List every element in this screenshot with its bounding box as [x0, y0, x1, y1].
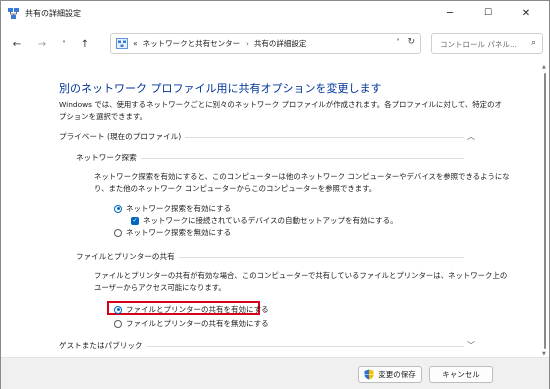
- file-printer-off-label: ファイルとプリンターの共有を無効にする: [126, 319, 269, 328]
- file-printer-off-radio[interactable]: ファイルとプリンターの共有を無効にする: [114, 318, 269, 329]
- forward-button[interactable]: →: [34, 36, 50, 52]
- search-icon: ⌕: [530, 38, 536, 48]
- close-icon: ✕: [521, 7, 531, 19]
- radio-selected-icon: [114, 305, 122, 314]
- file-printer-on-radio[interactable]: ファイルとプリンターの共有を有効にする: [114, 304, 269, 315]
- recent-locations-button[interactable]: ˅: [56, 36, 72, 52]
- discovery-title: ネットワーク探索: [76, 152, 141, 163]
- cancel-label: キャンセル: [442, 370, 480, 379]
- uac-shield-icon: [364, 369, 374, 380]
- auto-setup-label: ネットワークに接続されているデバイスの自動セットアップを有効にする。: [143, 216, 398, 225]
- breadcrumb-network-sharing-center[interactable]: ネットワークと共有センター: [143, 38, 241, 49]
- save-changes-button[interactable]: 変更の保存: [358, 366, 422, 383]
- private-section-title[interactable]: プライベート (現在のプロファイル): [59, 131, 186, 142]
- up-arrow-icon: ↑: [80, 38, 90, 50]
- discovery-on-radio[interactable]: ネットワーク探索を有効にする: [114, 203, 231, 214]
- network-app-icon: [8, 8, 19, 19]
- navigation-bar: ← → ˅ ↑ « ネットワークと共有センター › 共有の詳細設定 ˅ ↻ コン…: [1, 28, 549, 60]
- radio-unselected-icon: [114, 228, 122, 237]
- maximize-icon: ☐: [483, 8, 493, 18]
- window-title: 共有の詳細設定: [25, 9, 81, 18]
- intro-line-2: プションを選択できます。: [59, 112, 147, 121]
- footer-bar: 変更の保存 キャンセル: [1, 357, 549, 389]
- discovery-off-label: ネットワーク探索を無効にする: [126, 228, 232, 237]
- intro-text: Windows では、使用するネットワークごとに別々のネットワーク プロファイル…: [59, 99, 502, 123]
- search-input[interactable]: コントロール パネル... ⌕: [431, 33, 543, 54]
- discovery-off-radio[interactable]: ネットワーク探索を無効にする: [114, 227, 231, 238]
- vertical-scrollbar[interactable]: ▲ ▼: [541, 61, 549, 361]
- save-changes-label: 変更の保存: [378, 370, 416, 379]
- discovery-description: ネットワーク探索を有効にすると、このコンピューターは他のネットワーク コンピュー…: [94, 171, 510, 195]
- title-bar: 共有の詳細設定 ─ ☐ ✕: [1, 1, 549, 27]
- radio-unselected-icon: [114, 319, 122, 328]
- breadcrumb-overflow[interactable]: «: [133, 39, 138, 48]
- checkmark-icon: ✓: [131, 216, 139, 225]
- file-printer-desc-line-2: ユーザーからアクセス可能になります。: [94, 283, 226, 292]
- radio-selected-icon: [114, 204, 122, 213]
- intro-line-1: Windows では、使用するネットワークごとに別々のネットワーク プロファイル…: [59, 100, 502, 109]
- control-panel-icon: [116, 38, 128, 49]
- chevron-up-icon[interactable]: ︿: [467, 131, 475, 142]
- chevron-down-icon[interactable]: ﹀: [467, 340, 475, 351]
- file-printer-description: ファイルとプリンターの共有が有効な場合、このコンピューターで共有しているファイル…: [94, 270, 507, 294]
- file-printer-on-label: ファイルとプリンターの共有を有効にする: [126, 305, 269, 314]
- cancel-button[interactable]: キャンセル: [429, 366, 493, 383]
- auto-setup-checkbox[interactable]: ✓ ネットワークに接続されているデバイスの自動セットアップを有効にする。: [131, 215, 398, 226]
- breadcrumb-advanced-sharing[interactable]: 共有の詳細設定: [254, 38, 307, 49]
- address-dropdown-icon[interactable]: ˅: [396, 38, 400, 47]
- scrollbar-thumb[interactable]: [544, 73, 546, 349]
- file-printer-title: ファイルとプリンターの共有: [76, 251, 179, 262]
- forward-arrow-icon: →: [37, 38, 47, 50]
- back-arrow-icon: ←: [12, 38, 22, 50]
- sharing-settings-window: 共有の詳細設定 ─ ☐ ✕ ← → ˅ ↑ « ネットワークと共有センター › …: [0, 0, 550, 389]
- file-printer-desc-line-1: ファイルとプリンターの共有が有効な場合、このコンピューターで共有しているファイル…: [94, 271, 508, 280]
- maximize-button[interactable]: ☐: [469, 1, 507, 25]
- address-bar[interactable]: « ネットワークと共有センター › 共有の詳細設定 ˅ ↻: [110, 33, 421, 54]
- chevron-down-icon: ˅: [62, 39, 66, 49]
- breadcrumb-separator-icon: ›: [246, 39, 249, 48]
- guest-section-title[interactable]: ゲストまたはパブリック: [59, 340, 147, 351]
- refresh-icon[interactable]: ↻: [407, 37, 415, 47]
- minimize-button[interactable]: ─: [431, 1, 469, 25]
- up-button[interactable]: ↑: [77, 36, 93, 52]
- search-placeholder: コントロール パネル...: [440, 40, 518, 49]
- page-title: 別のネットワーク プロファイル用に共有オプションを変更します: [59, 82, 382, 95]
- back-button[interactable]: ←: [9, 36, 25, 52]
- minimize-icon: ─: [446, 7, 454, 19]
- close-button[interactable]: ✕: [507, 1, 545, 25]
- discovery-desc-line-1: ネットワーク探索を有効にすると、このコンピューターは他のネットワーク コンピュー…: [94, 172, 510, 181]
- discovery-on-label: ネットワーク探索を有効にする: [126, 204, 232, 213]
- scroll-up-icon[interactable]: ▲: [542, 64, 546, 70]
- main-content: 別のネットワーク プロファイル用に共有オプションを変更します Windows で…: [1, 61, 541, 361]
- discovery-desc-line-2: り、また他のネットワーク コンピューターからこのコンピューターを参照できます。: [94, 184, 377, 193]
